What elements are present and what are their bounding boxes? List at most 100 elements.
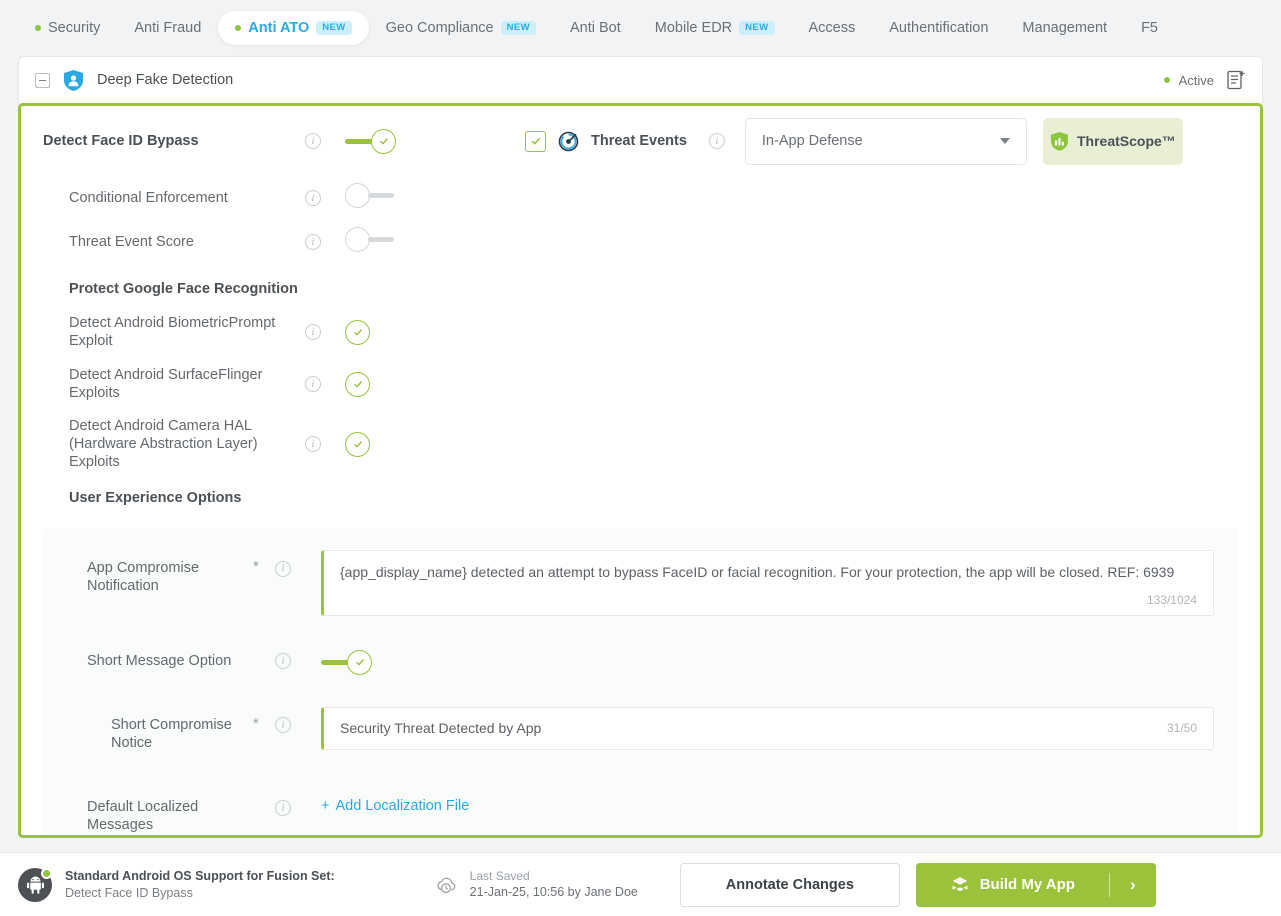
toggle-conditional-enforcement[interactable] [345, 183, 403, 208]
row-detect-camera-hal-exploits: Detect Android Camera HAL (Hardware Abst… [21, 410, 1260, 478]
add-localization-file-link[interactable]: + Add Localization File [321, 790, 469, 814]
info-cell: i [275, 550, 321, 577]
control-cell [345, 319, 370, 345]
threat-events-radar-icon [558, 131, 579, 152]
char-counter: 31/50 [1166, 721, 1197, 736]
chevron-right-icon[interactable]: › [1110, 875, 1156, 895]
section-title: Protect Google Face Recognition [69, 280, 298, 297]
info-icon[interactable]: i [305, 133, 321, 149]
threatscope-shield-icon [1050, 131, 1069, 152]
select-value: In-App Defense [761, 133, 863, 149]
nav-item-anti-ato[interactable]: Anti ATO NEW [218, 11, 369, 45]
app-compromise-notification-textarea[interactable]: {app_display_name} detected an attempt t… [321, 550, 1214, 616]
nav-item-management[interactable]: Management [1005, 11, 1124, 45]
info-icon[interactable]: i [305, 376, 321, 392]
row-default-localized-messages: Default Localized Messages i + Add Local… [43, 760, 1238, 835]
collapse-icon[interactable] [35, 72, 50, 88]
footer-bar: Standard Android OS Support for Fusion S… [0, 852, 1281, 916]
annotate-changes-label: Annotate Changes [725, 876, 854, 893]
row-label: Threat Event Score [69, 233, 194, 250]
required-marker [253, 790, 275, 798]
build-icon [950, 875, 970, 895]
card-header-right: Active [1163, 70, 1246, 90]
last-saved-text: Last Saved 21-Jan-25, 10:56 by Jane Doe [470, 868, 638, 901]
nav-item-access[interactable]: Access [792, 11, 873, 45]
info-icon[interactable]: i [305, 190, 321, 206]
nav-item-label: Anti ATO [248, 20, 310, 36]
deepfake-shield-icon [63, 69, 84, 92]
build-my-app-button[interactable]: Build My App › [915, 862, 1156, 907]
section-header-protect-google-face-recognition: Protect Google Face Recognition [21, 264, 1260, 306]
toggle-detect-face-id-bypass[interactable] [345, 128, 403, 154]
control-cell [345, 227, 403, 257]
document-add-icon[interactable] [1227, 70, 1246, 90]
new-badge: NEW [739, 20, 775, 36]
field-label: Short Message Option [87, 652, 232, 669]
nav-item-authentification[interactable]: Authentification [872, 11, 1005, 45]
required-marker: * [253, 714, 259, 732]
build-my-app-label: Build My App [979, 876, 1075, 893]
field-label: App Compromise Notification [87, 560, 200, 595]
row-label: Conditional Enforcement [69, 189, 228, 206]
nav-item-geo-compliance[interactable]: Geo Compliance NEW [369, 11, 553, 45]
info-icon[interactable]: i [305, 324, 321, 340]
threatscope-button[interactable]: ThreatScope™ [1042, 117, 1183, 165]
required-marker: * [253, 558, 259, 575]
nav-item-label: Authentification [889, 20, 989, 36]
threat-events-checkbox[interactable] [525, 130, 546, 152]
enabled-check-surfaceflinger[interactable] [345, 371, 370, 397]
toggle-track [368, 237, 394, 242]
threat-events-label: Threat Events [591, 133, 687, 149]
row-threat-event-score: Threat Event Score i [21, 220, 1260, 264]
required-marker [253, 650, 275, 658]
toggle-track [345, 138, 373, 144]
short-compromise-notice-input[interactable]: Security Threat Detected by App 31/50 [321, 706, 1214, 751]
info-icon[interactable]: i [275, 717, 291, 734]
info-icon[interactable]: i [305, 234, 321, 250]
info-icon[interactable]: i [275, 800, 291, 817]
toggle-threat-event-score[interactable] [345, 227, 403, 252]
info-cell: i [275, 650, 321, 670]
info-icon[interactable]: i [708, 133, 725, 149]
nav-item-mobile-edr[interactable]: Mobile EDR NEW [638, 11, 792, 45]
add-localization-file-label: Add Localization File [335, 797, 470, 814]
plus-icon: + [321, 797, 330, 814]
nav-item-anti-fraud[interactable]: Anti Fraud [117, 11, 218, 45]
info-cell: i [305, 190, 345, 206]
enabled-check-biometricprompt[interactable] [345, 319, 370, 345]
toggle-track [368, 193, 394, 198]
last-saved-value: 21-Jan-25, 10:56 by Jane Doe [469, 885, 638, 900]
field-label: Short Compromise Notice [111, 716, 232, 751]
info-icon[interactable]: i [275, 653, 291, 670]
nav-item-label: Mobile EDR [654, 20, 733, 36]
fusion-set-subtitle: Detect Face ID Bypass [65, 885, 193, 900]
nav-item-label: Access [808, 20, 856, 36]
page-title: Deep Fake Detection [97, 72, 234, 88]
control-cell [345, 371, 370, 397]
toggle-knob [347, 649, 372, 675]
nav-item-anti-bot[interactable]: Anti Bot [553, 11, 638, 45]
user-experience-options-box: App Compromise Notification * i {app_dis… [43, 528, 1238, 835]
toggle-knob [345, 227, 370, 252]
fusion-set-info: Standard Android OS Support for Fusion S… [65, 868, 335, 902]
info-cell: i [305, 234, 345, 250]
info-icon[interactable]: i [305, 436, 321, 452]
annotate-changes-button[interactable]: Annotate Changes [679, 862, 900, 907]
info-icon[interactable]: i [275, 560, 291, 577]
last-saved-title: Last Saved [469, 868, 530, 883]
toggle-short-message-option[interactable] [321, 649, 379, 675]
row-detect-biometricprompt-exploit: Detect Android BiometricPrompt Exploit i [21, 306, 1260, 358]
online-dot-icon [41, 867, 52, 879]
field-value: {app_display_name} detected an attempt t… [340, 564, 1175, 580]
defense-mode-select[interactable]: In-App Defense [744, 117, 1027, 165]
enabled-check-camera-hal[interactable] [345, 431, 370, 457]
row-label: Detect Android SurfaceFlinger Exploits [69, 366, 263, 401]
row-conditional-enforcement: Conditional Enforcement i [21, 176, 1260, 220]
android-icon [18, 867, 52, 902]
info-cell: i [275, 707, 321, 734]
nav-item-security[interactable]: Security [18, 11, 117, 45]
control-cell [345, 183, 403, 213]
info-cell: i [305, 376, 345, 392]
info-cell: i [305, 436, 345, 452]
nav-item-f5[interactable]: F5 [1124, 11, 1175, 45]
